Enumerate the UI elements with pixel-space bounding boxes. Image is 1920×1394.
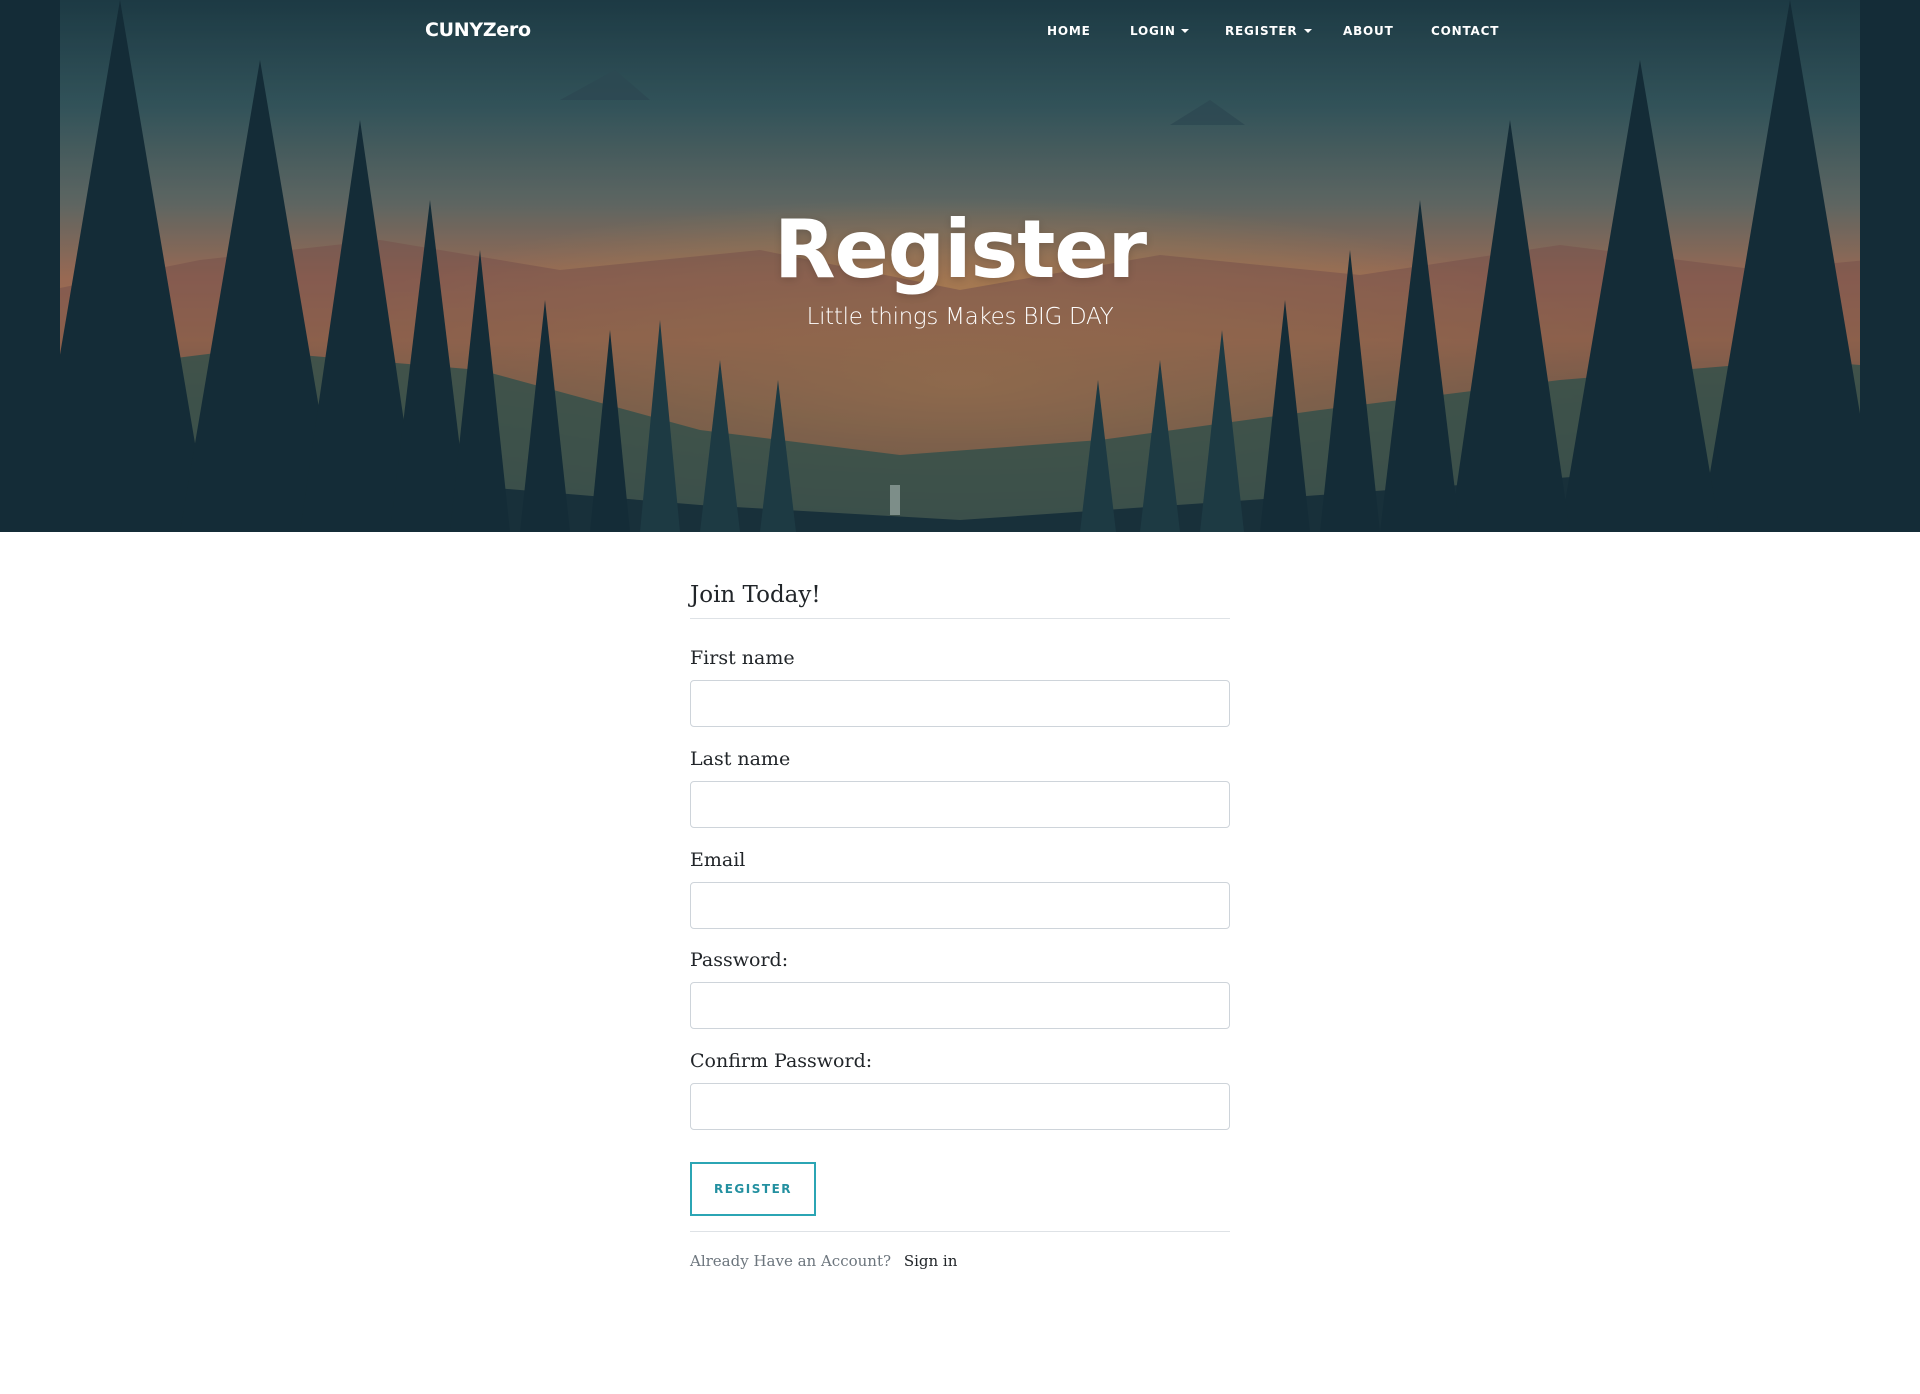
password-input[interactable]: [690, 982, 1230, 1029]
navbar: CUNYZero HOME LOGIN REGISTER ABOUT CONTA…: [0, 0, 1920, 66]
first-name-input[interactable]: [690, 680, 1230, 727]
nav-login-dropdown[interactable]: LOGIN: [1130, 24, 1225, 38]
confirm-password-label: Confirm Password:: [690, 1050, 873, 1072]
page-subtitle: Little things Makes BIG DAY: [806, 304, 1114, 330]
nav-register-dropdown[interactable]: REGISTER: [1225, 24, 1343, 38]
email-group: Email: [690, 848, 1230, 929]
nav-home-label: HOME: [1047, 24, 1091, 38]
first-name-label: First name: [690, 647, 795, 669]
first-name-group: First name: [690, 646, 1230, 727]
nav-contact-label: CONTACT: [1431, 24, 1500, 38]
confirm-password-input[interactable]: [690, 1083, 1230, 1130]
nav-about-label: ABOUT: [1343, 24, 1394, 38]
password-label: Password:: [690, 949, 789, 971]
sign-in-prompt: Already Have an Account? Sign in: [690, 1252, 957, 1270]
last-name-group: Last name: [690, 747, 1230, 828]
brand-logo[interactable]: CUNYZero: [425, 19, 531, 41]
nav-register-label: REGISTER: [1225, 24, 1298, 38]
register-button[interactable]: REGISTER: [690, 1162, 816, 1216]
email-label: Email: [690, 849, 746, 871]
last-name-label: Last name: [690, 748, 791, 770]
nav-links: HOME LOGIN REGISTER ABOUT CONTACT: [1047, 24, 1499, 38]
chevron-down-icon: [1304, 29, 1313, 33]
nav-about[interactable]: ABOUT: [1343, 24, 1431, 38]
nav-home[interactable]: HOME: [1047, 24, 1130, 38]
page-title: Register: [773, 203, 1147, 296]
hero-banner: CUNYZero HOME LOGIN REGISTER ABOUT CONTA…: [0, 0, 1920, 532]
nav-login-label: LOGIN: [1130, 24, 1176, 38]
form-legend: Join Today!: [690, 582, 1230, 619]
last-name-input[interactable]: [690, 781, 1230, 828]
registration-form: Join Today! First name Last name Email P…: [690, 582, 1230, 1270]
already-have-account-text: Already Have an Account?: [690, 1252, 892, 1270]
password-group: Password:: [690, 948, 1230, 1029]
sign-in-link[interactable]: Sign in: [904, 1252, 958, 1270]
email-field[interactable]: [690, 882, 1230, 929]
nav-contact[interactable]: CONTACT: [1431, 24, 1499, 38]
form-divider: [690, 1231, 1230, 1232]
confirm-password-group: Confirm Password:: [690, 1049, 1230, 1130]
chevron-down-icon: [1180, 29, 1189, 33]
